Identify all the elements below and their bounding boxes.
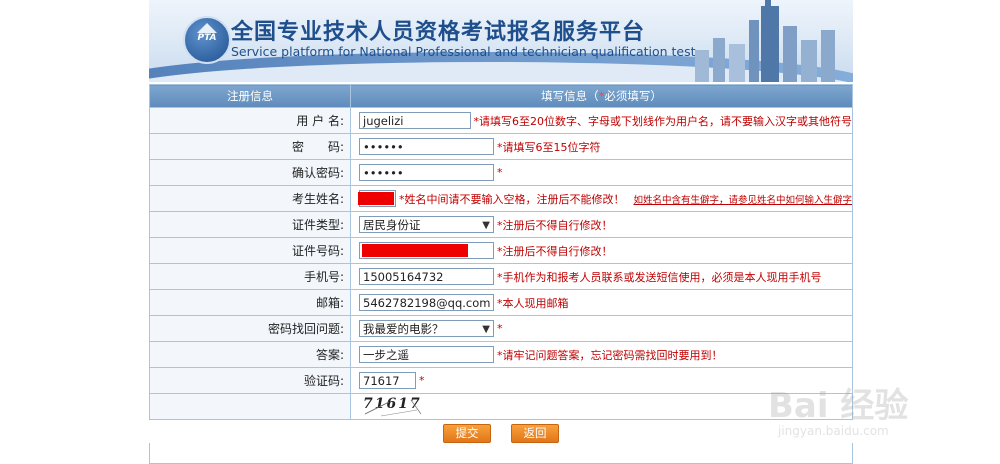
logo-triangle-icon xyxy=(197,23,217,33)
username-row: 用 户 名: jugelizi *请填写6至20位数字、字母或下划线作为用户名，… xyxy=(149,107,853,134)
phone-input[interactable]: 15005164732 xyxy=(359,268,494,285)
username-hint: *请填写6至20位数字、字母或下划线作为用户名，请不要输入汉字或其他符号 xyxy=(473,114,853,128)
pta-logo: PTA xyxy=(183,16,231,64)
watermark-brand: Bai 经验 xyxy=(768,386,909,426)
captcha-noise-lines xyxy=(364,399,422,416)
site-banner: PTA 全国专业技术人员资格考试报名服务平台 Service platform … xyxy=(149,0,853,82)
submit-button[interactable]: 提交 xyxy=(443,424,491,443)
password-row: 密 码: •••••• *请填写6至15位字符 xyxy=(149,133,853,160)
captcha-input[interactable]: 71617 xyxy=(359,372,416,389)
email-label: 邮箱: xyxy=(149,289,351,316)
id-type-select[interactable]: 居民身份证 ▼ xyxy=(359,216,494,233)
confirm-password-row: 确认密码: •••••• * xyxy=(149,159,853,186)
id-number-label: 证件号码: xyxy=(149,237,351,264)
confirm-password-input[interactable]: •••••• xyxy=(359,164,494,181)
password-hint: *请填写6至15位字符 xyxy=(497,140,601,154)
watermark-site: jingyan.baidu.com xyxy=(778,424,889,438)
id-number-row: 证件号码: *注册后不得自行修改！ xyxy=(149,237,853,264)
email-hint: *本人现用邮箱 xyxy=(497,296,569,310)
chevron-down-icon: ▼ xyxy=(482,324,490,335)
phone-hint: *手机作为和报考人员联系或发送短信使用，必须是本人现用手机号 xyxy=(497,270,822,284)
id-type-hint: *注册后不得自行修改！ xyxy=(497,218,613,232)
id-type-row: 证件类型: 居民身份证 ▼ *注册后不得自行修改！ xyxy=(149,211,853,238)
security-question-label: 密码找回问题: xyxy=(149,315,351,342)
confirm-password-hint: * xyxy=(497,166,503,179)
baidu-jingyan-watermark: Bai 经验 jingyan.baidu.com xyxy=(768,378,978,448)
phone-label: 手机号: xyxy=(149,263,351,290)
redacted-name-mark xyxy=(358,192,394,205)
security-question-select[interactable]: 我最爱的电影？ ▼ xyxy=(359,320,494,337)
header-fill-suffix: 必须填写） xyxy=(604,89,662,103)
name-label: 考生姓名: xyxy=(149,185,351,212)
captcha-image[interactable]: 71617 xyxy=(359,396,433,418)
id-number-hint: *注册后不得自行修改！ xyxy=(497,244,613,258)
header-fill-prefix: 填写信息（ xyxy=(541,89,599,103)
site-title-cn: 全国专业技术人员资格考试报名服务平台 xyxy=(231,20,646,45)
phone-row: 手机号: 15005164732 *手机作为和报考人员联系或发送短信使用，必须是… xyxy=(149,263,853,290)
name-input[interactable] xyxy=(358,190,396,207)
answer-input[interactable]: 一步之遥 xyxy=(359,346,494,363)
name-hint: *姓名中间请不要输入空格，注册后不能修改！ xyxy=(398,192,625,206)
email-input[interactable]: 5462782198@qq.com xyxy=(359,294,494,311)
header-fill-info: 填写信息（*必须填写） xyxy=(350,84,853,108)
password-label: 密 码: xyxy=(149,133,351,160)
redacted-id-mark xyxy=(362,244,468,257)
password-input[interactable]: •••••• xyxy=(359,138,494,155)
captcha-image-label-cell xyxy=(149,393,351,420)
registration-page: PTA 全国专业技术人员资格考试报名服务平台 Service platform … xyxy=(149,0,853,464)
name-row: 考生姓名: *姓名中间请不要输入空格，注册后不能修改！ 如姓名中含有生僻字，请参… xyxy=(149,185,853,212)
security-question-selected-value: 我最爱的电影？ xyxy=(363,322,444,336)
confirm-password-label: 确认密码: xyxy=(149,159,351,186)
captcha-row: 验证码: 71617 * xyxy=(149,367,853,394)
captcha-label: 验证码: xyxy=(149,367,351,394)
username-label: 用 户 名: xyxy=(149,107,351,134)
captcha-image-row: 71617 xyxy=(149,393,853,420)
id-type-label: 证件类型: xyxy=(149,211,351,238)
form-footer xyxy=(149,443,853,464)
captcha-hint: * xyxy=(419,374,425,387)
answer-row: 答案: 一步之遥 *请牢记问题答案，忘记密码需找回时要用到！ xyxy=(149,341,853,368)
form-buttons: 提交 返回 xyxy=(149,424,853,443)
chevron-down-icon: ▼ xyxy=(482,220,490,231)
email-row: 邮箱: 5462782198@qq.com *本人现用邮箱 xyxy=(149,289,853,316)
back-button[interactable]: 返回 xyxy=(511,424,559,443)
id-number-input[interactable] xyxy=(359,242,494,259)
security-question-row: 密码找回问题: 我最爱的电影？ ▼ * xyxy=(149,315,853,342)
rare-character-help-link[interactable]: 如姓名中含有生僻字，请参见姓名中如何输入生僻字 xyxy=(633,192,852,206)
answer-hint: *请牢记问题答案，忘记密码需找回时要用到！ xyxy=(497,348,723,362)
registration-form: 注册信息 填写信息（*必须填写） 用 户 名: jugelizi *请填写6至2… xyxy=(149,84,853,420)
form-header-row: 注册信息 填写信息（*必须填写） xyxy=(149,84,853,108)
answer-label: 答案: xyxy=(149,341,351,368)
city-skyline-icon xyxy=(695,0,835,82)
username-input[interactable]: jugelizi xyxy=(359,112,471,129)
security-question-hint: * xyxy=(497,322,503,335)
header-register-info: 注册信息 xyxy=(149,84,351,108)
site-title-en: Service platform for National Profession… xyxy=(231,44,696,59)
id-type-selected-value: 居民身份证 xyxy=(363,218,421,232)
logo-text: PTA xyxy=(197,33,217,43)
